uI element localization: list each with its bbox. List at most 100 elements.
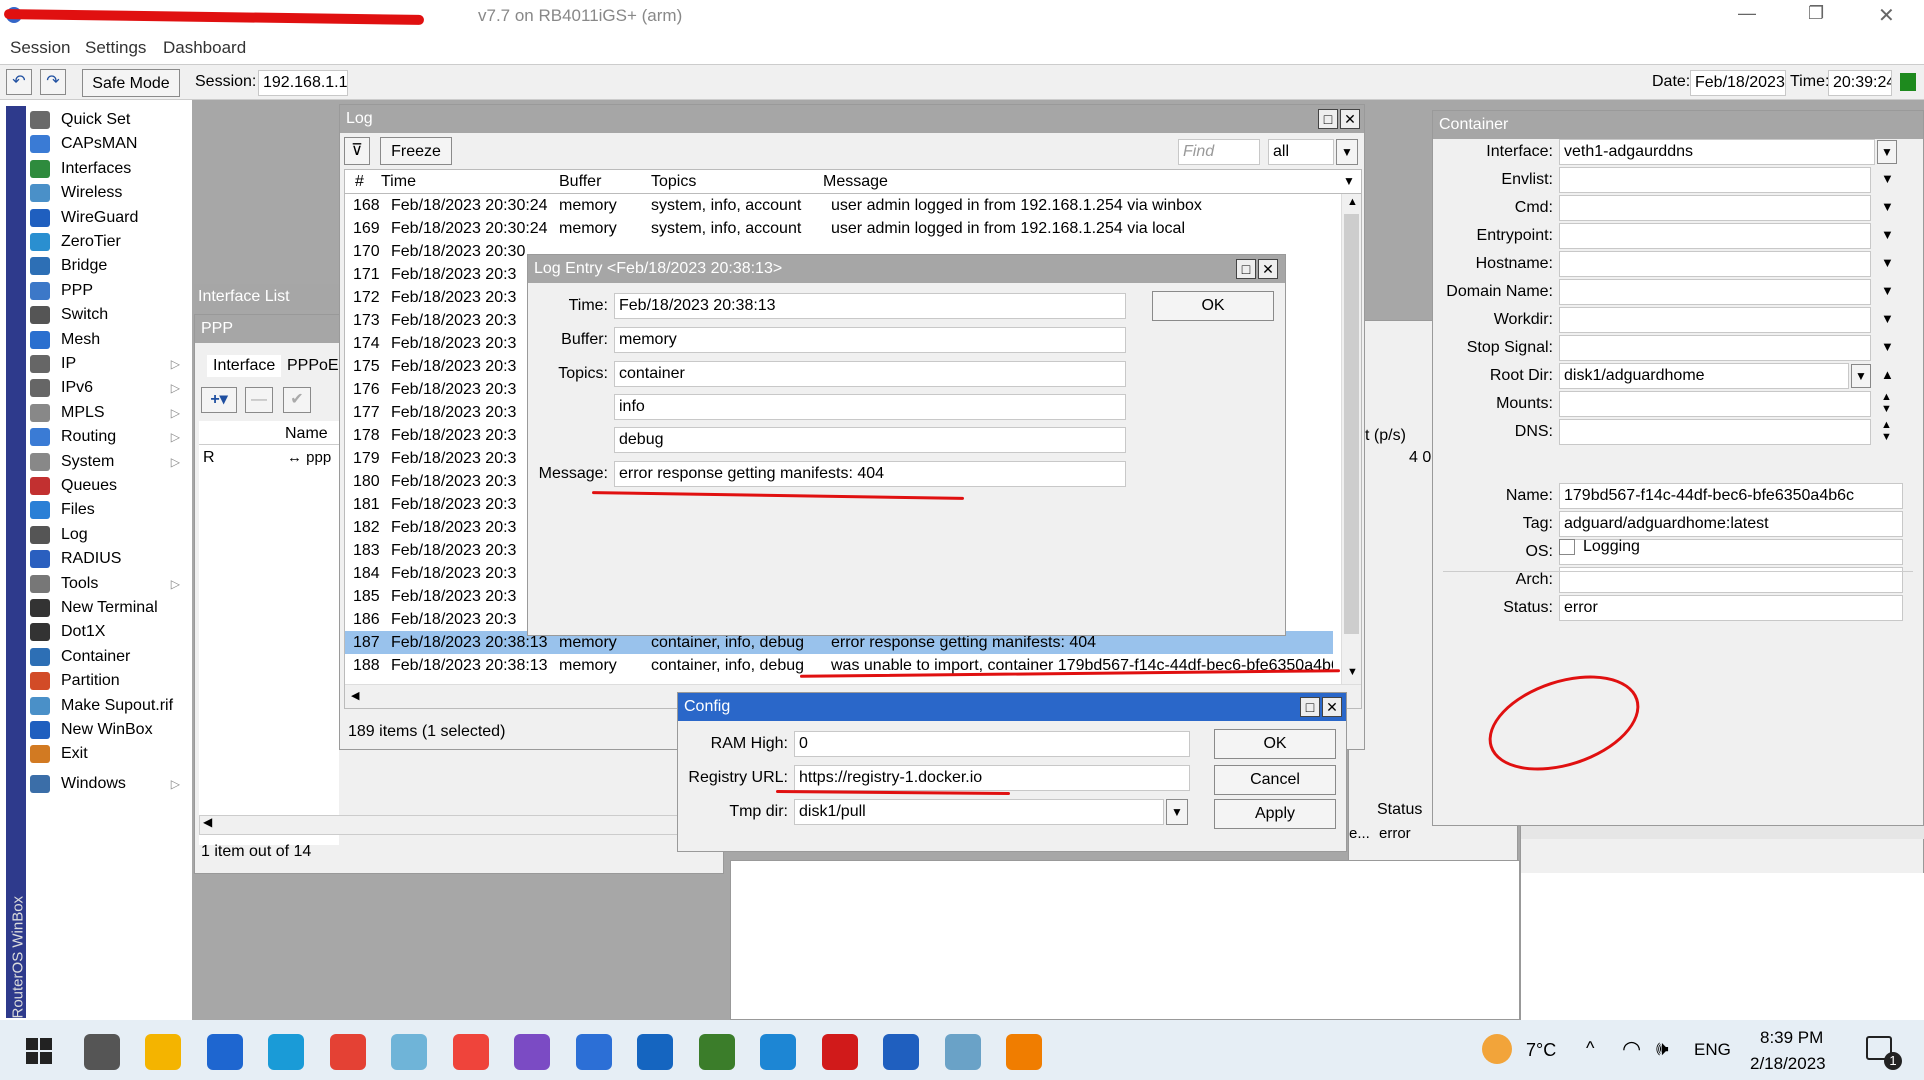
taskview-icon[interactable] [83, 1034, 120, 1070]
wifi-icon[interactable]: ◠ [1622, 1036, 1641, 1062]
hostname-field[interactable] [1559, 251, 1871, 277]
openvpn-icon[interactable] [1006, 1034, 1042, 1070]
minimize-button[interactable]: — [1738, 3, 1756, 24]
volume-icon[interactable]: 🕪 [1656, 1038, 1669, 1061]
redo-button[interactable]: ↷ [40, 69, 66, 95]
menu-settings[interactable]: Settings [85, 38, 146, 58]
domain-name-field[interactable] [1559, 279, 1871, 305]
log-vscrollbar[interactable]: ▲ ▼ [1341, 194, 1361, 684]
updown-arrows-icon[interactable]: ▲ ▼ [1881, 419, 1892, 443]
config-ok-button[interactable]: OK [1214, 729, 1336, 759]
safe-mode-button[interactable]: Safe Mode [82, 69, 180, 97]
undo-button[interactable]: ↶ [6, 69, 32, 95]
vscode-icon[interactable] [760, 1034, 796, 1070]
expand-arrow-icon[interactable]: ▼ [1881, 283, 1894, 298]
config-apply-button[interactable]: Apply [1214, 799, 1336, 829]
log-cell-msg: user admin logged in from 192.168.1.254 … [831, 220, 1185, 237]
sidebar-item-exit[interactable]: Exit [28, 740, 190, 768]
tab-interface[interactable]: Interface [207, 355, 282, 377]
workdir-field[interactable] [1559, 307, 1871, 333]
tmp-dir-field[interactable]: disk1/pull [794, 799, 1164, 825]
expand-arrow-icon[interactable]: ▼ [1881, 255, 1894, 270]
stop-signal-field[interactable] [1559, 335, 1871, 361]
ram-high-label: RAM High: [710, 735, 788, 752]
visualstudio-icon[interactable] [514, 1034, 550, 1070]
scroll-up-arrow[interactable]: ▲ [1347, 196, 1358, 208]
log-entry-close-button[interactable]: ✕ [1258, 259, 1278, 279]
expand-arrow-icon[interactable]: ▼ [1881, 311, 1894, 326]
ram-high-field[interactable]: 0 [794, 731, 1190, 757]
expand-arrow-icon[interactable]: ▼ [1881, 227, 1894, 242]
redbug-icon[interactable] [821, 1034, 858, 1070]
tag-field[interactable]: adguard/adguardhome:latest [1559, 511, 1903, 537]
row-ppp-name[interactable]: ↔ ppp [287, 449, 331, 466]
menu-session[interactable]: Session [10, 38, 70, 58]
expand-arrow-icon[interactable]: ▼ [1881, 199, 1894, 214]
collapse-arrow-icon[interactable]: ▲ [1881, 367, 1894, 382]
anydesk-icon[interactable] [452, 1034, 489, 1070]
config-cancel-button[interactable]: Cancel [1214, 765, 1336, 795]
status-field[interactable]: error [1559, 595, 1903, 621]
updown-arrows-icon[interactable]: ▲ ▼ [1881, 391, 1892, 415]
enable-button[interactable]: ✔ [283, 387, 311, 413]
winbox-icon[interactable] [883, 1034, 919, 1070]
edge-icon[interactable] [268, 1034, 304, 1070]
explorer-icon[interactable] [145, 1034, 181, 1070]
dns-field[interactable] [1559, 419, 1871, 445]
logging-checkbox[interactable] [1559, 539, 1575, 555]
snowflake-icon[interactable] [944, 1034, 981, 1070]
config-maximize-button[interactable]: □ [1300, 697, 1320, 717]
cmd-field[interactable] [1559, 195, 1871, 221]
restore-button[interactable]: ❐ [1808, 3, 1824, 24]
root-dir-field[interactable]: disk1/adguardhome [1559, 363, 1849, 389]
notepad-icon[interactable] [391, 1034, 427, 1070]
filter-select[interactable]: all [1268, 139, 1334, 165]
close-button[interactable]: ✕ [1878, 3, 1895, 28]
filter-button[interactable]: ⊽ [344, 137, 370, 165]
remove-button[interactable]: — [245, 387, 273, 413]
find-input[interactable]: Find [1178, 139, 1260, 165]
sidebar-item-label: New Terminal [61, 599, 158, 616]
session-field[interactable]: 192.168.1.1 [258, 70, 348, 96]
language-indicator[interactable]: ENG [1694, 1040, 1731, 1060]
wireshark-icon[interactable] [698, 1034, 735, 1070]
dropdown-icon[interactable]: ▼ [1877, 140, 1897, 164]
sidebar-item-windows[interactable]: Windows ▷ [28, 770, 190, 798]
log-maximize-button[interactable]: □ [1318, 109, 1338, 129]
name-field[interactable]: 179bd567-f14c-44df-bec6-bfe6350a4b6c [1559, 483, 1903, 509]
clock-date[interactable]: 2/18/2023 [1750, 1054, 1826, 1074]
tray-chevron-icon[interactable]: ^ [1586, 1038, 1594, 1059]
entrypoint-field[interactable] [1559, 223, 1871, 249]
log-entry-maximize-button[interactable]: □ [1236, 259, 1256, 279]
weather-temp[interactable]: 7°C [1526, 1040, 1556, 1061]
envlist-field[interactable] [1559, 167, 1871, 193]
filter-dropdown-icon[interactable]: ▼ [1336, 139, 1358, 165]
tmp-dir-dropdown-icon[interactable]: ▼ [1166, 799, 1188, 825]
column-menu-icon[interactable]: ▼ [1343, 174, 1355, 188]
add-button[interactable]: +▾ [201, 387, 237, 413]
expand-arrow-icon[interactable]: ▼ [1881, 339, 1894, 354]
start-icon[interactable] [22, 1034, 58, 1070]
expand-arrow-icon[interactable]: ▼ [1881, 171, 1894, 186]
sailfish-icon[interactable] [637, 1034, 673, 1070]
store-icon[interactable] [206, 1034, 243, 1070]
hscroll-left-arrow[interactable]: ◀ [351, 689, 359, 702]
scroll-thumb[interactable] [1344, 214, 1359, 634]
log-entry-ok-button[interactable]: OK [1152, 291, 1274, 321]
interface-field[interactable]: veth1-adgaurddns [1559, 139, 1875, 165]
log-row[interactable]: 168 Feb/18/2023 20:30:24 memory system, inf… [345, 194, 1333, 217]
mounts-field[interactable] [1559, 391, 1871, 417]
clock-time[interactable]: 8:39 PM [1760, 1028, 1823, 1048]
freeze-button[interactable]: Freeze [380, 137, 452, 165]
registry-url-field[interactable]: https://registry-1.docker.io [794, 765, 1190, 791]
dropdown-icon[interactable]: ▼ [1851, 364, 1871, 388]
log-row[interactable]: 169 Feb/18/2023 20:30:24 memory system, inf… [345, 217, 1333, 240]
menu-dashboard[interactable]: Dashboard [163, 38, 246, 58]
tab-pppoe[interactable]: PPPoE [287, 357, 339, 375]
scroll-left-arrow[interactable]: ◀ [203, 815, 212, 829]
log-close-button[interactable]: ✕ [1340, 109, 1360, 129]
scroll-down-arrow[interactable]: ▼ [1347, 666, 1358, 678]
chrome-icon[interactable] [329, 1034, 366, 1070]
config-close-button[interactable]: ✕ [1322, 697, 1342, 717]
network-icon[interactable] [575, 1034, 612, 1070]
